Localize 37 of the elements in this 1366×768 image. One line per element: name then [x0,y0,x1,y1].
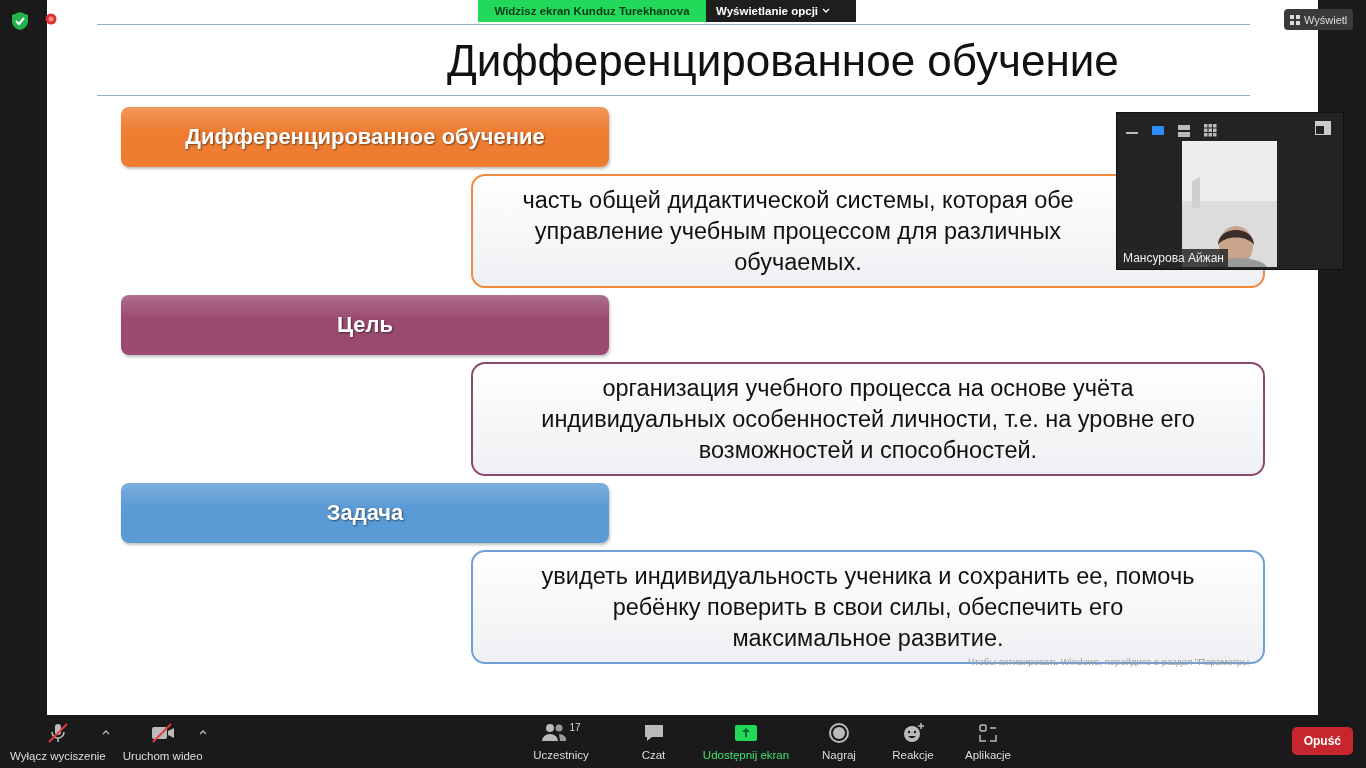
heading-banner: Цель [121,295,609,355]
caret-icon[interactable] [198,729,207,735]
participants-button[interactable]: 17 Uczestnicy [533,722,589,761]
grid-icon [1290,14,1300,25]
sharing-label: Widzisz ekran Kunduz Turekhanova [478,0,706,22]
participants-icon [541,722,568,744]
view-button[interactable]: Wyświetl [1284,9,1354,30]
view-options-button[interactable]: Wyświetlanie opcji [706,0,856,22]
definition-text: часть общей дидактической системы, которая обе управление учебным процессом для различных обучаемых. [522,185,1074,277]
pip-icon[interactable] [1315,121,1331,135]
mic-button[interactable]: Wyłącz wyciszenie [10,721,106,762]
participant-count: 17 [569,722,581,733]
caret-icon[interactable] [101,729,110,735]
apps-button[interactable]: Aplikacje [965,722,1011,761]
record-icon [827,722,851,744]
caret-icon [822,8,831,14]
heading-banner: Задача [121,483,609,543]
strip-view-icon[interactable] [1177,124,1191,138]
share-screen-icon [733,722,759,744]
speaker-view-icon[interactable] [1151,124,1165,138]
video-off-icon [149,721,176,745]
participant-name: Мансурова Айжан [1119,249,1228,267]
leave-button[interactable]: Opuść [1291,727,1353,755]
video-button[interactable]: Uruchom wideo [122,721,203,762]
heading-banner: Дифференцированное обучение [121,107,609,167]
apps-icon [976,722,1000,744]
record-button[interactable]: Nagraj [822,722,856,761]
emoji-plus-icon [901,722,925,744]
record-dot-icon [45,13,57,25]
definition-text: увидеть индивидуальность ученика и сохранить ее, помочь ребёнку поверить в свои силы, обеспечить его максимальное развитие. [541,561,1195,653]
reactions-button[interactable]: Reakcje [892,722,934,761]
definition-text: организация учебного процесса на основе учёта индивидуальных особенностей личности, т.е. на уровне его возможностей и способностей. [541,373,1195,465]
shield-icon [11,11,29,31]
share-button[interactable]: Udostępnij ekran [702,722,790,761]
chat-button[interactable]: Czat [641,722,666,761]
slide-title: Дифференцированное обучение [447,35,1120,87]
gallery-view-icon[interactable] [1203,124,1217,138]
